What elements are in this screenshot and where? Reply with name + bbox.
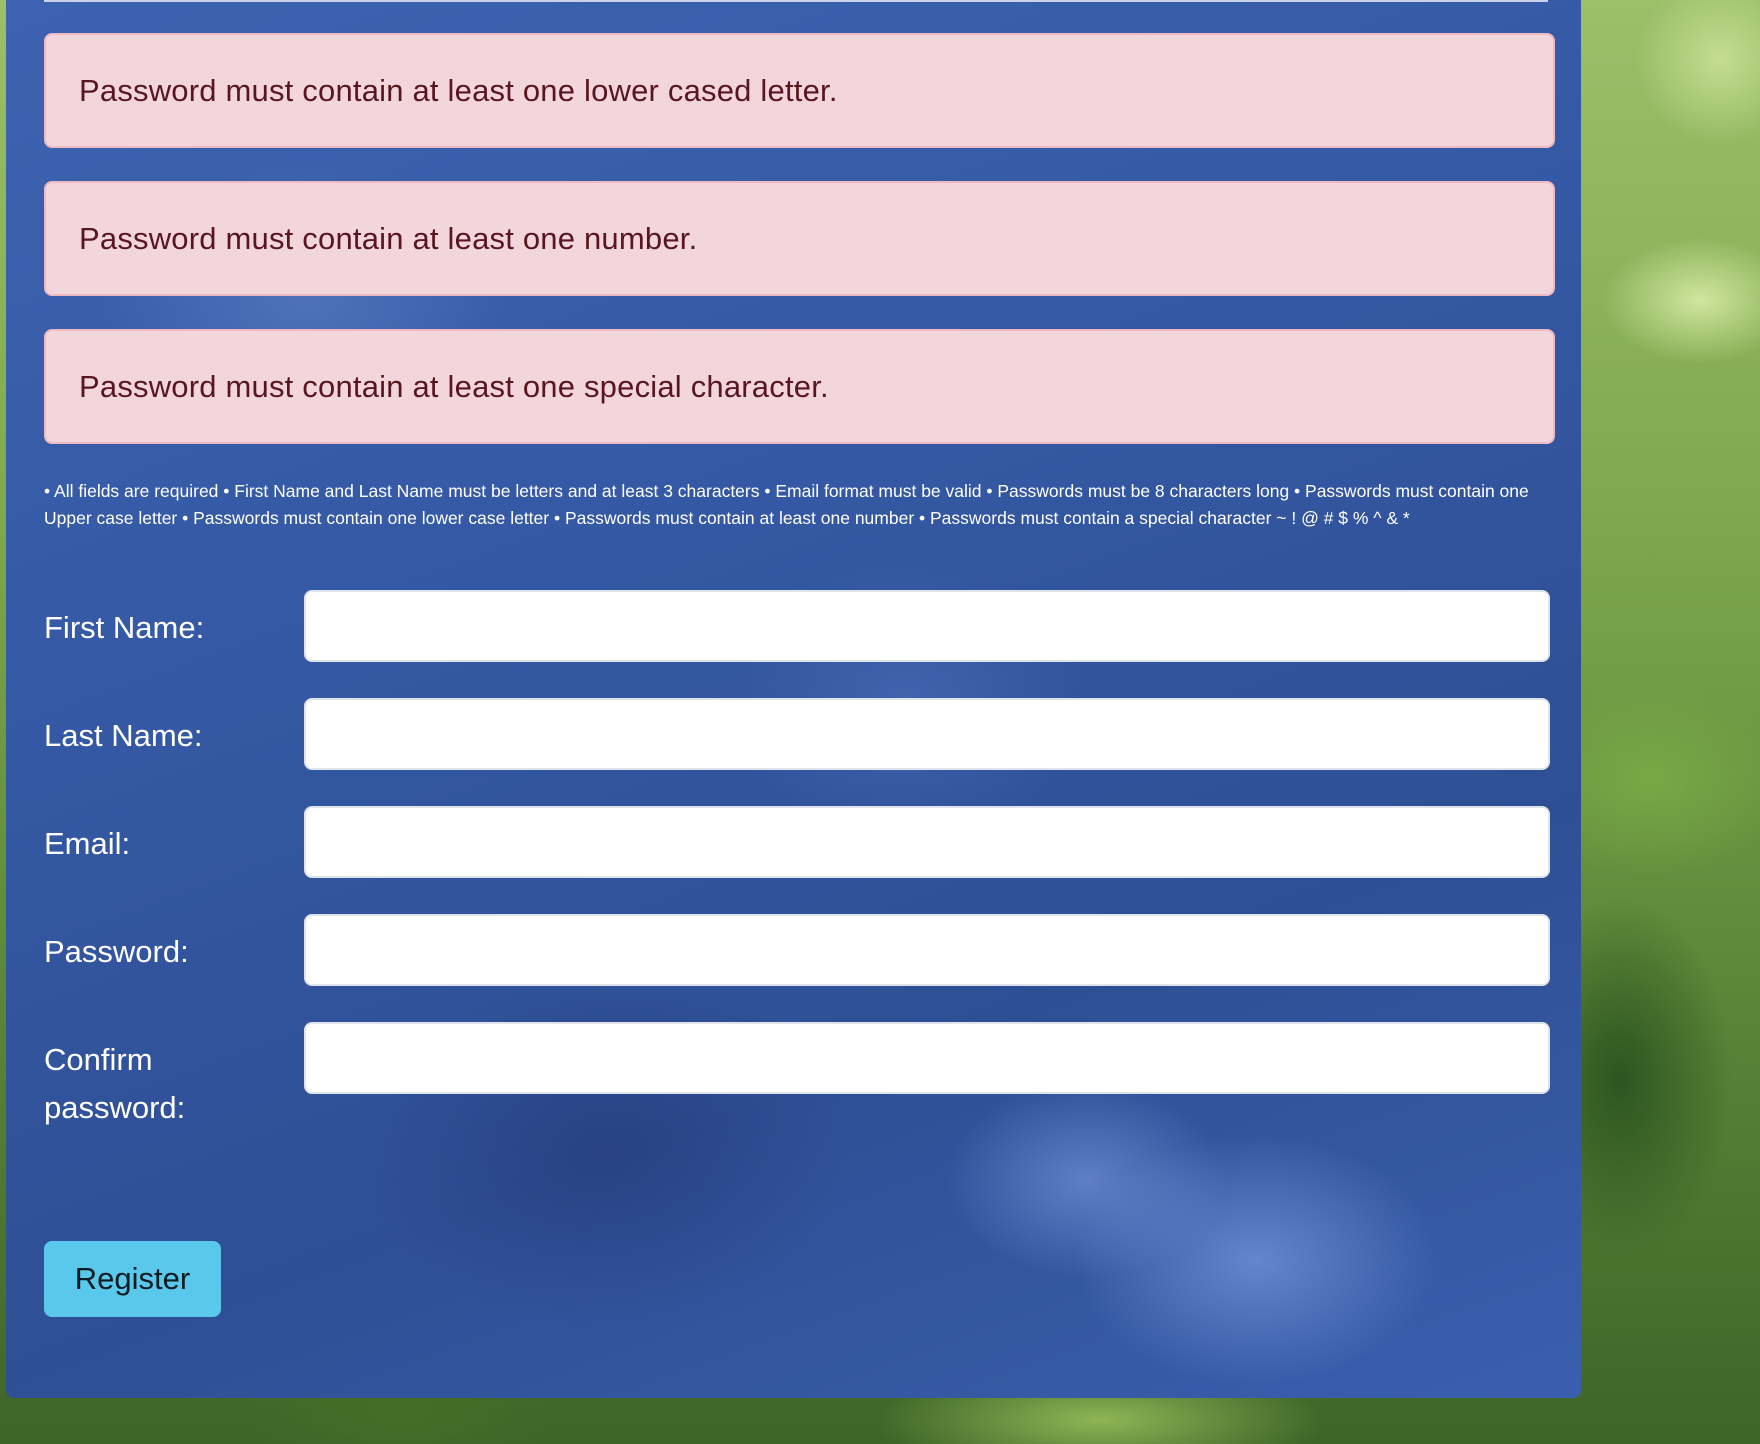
email-input[interactable] xyxy=(304,806,1550,878)
email-label: Email: xyxy=(44,826,131,861)
error-alert-special-character: Password must contain at least one speci… xyxy=(44,329,1555,444)
first-name-label: First Name: xyxy=(44,610,205,645)
password-label: Password: xyxy=(44,934,189,969)
registration-panel: Password must contain at least one lower… xyxy=(6,0,1581,1398)
validation-rules-text: • All fields are required • First Name a… xyxy=(44,481,1529,528)
password-input[interactable] xyxy=(304,914,1550,986)
first-name-input[interactable] xyxy=(304,590,1550,662)
confirm-password-label: Confirm password: xyxy=(44,1042,186,1125)
divider xyxy=(44,0,1548,2)
confirm-password-input[interactable] xyxy=(304,1022,1550,1094)
error-alert-number: Password must contain at least one numbe… xyxy=(44,181,1555,296)
last-name-label: Last Name: xyxy=(44,718,203,753)
error-alert-lowercase: Password must contain at least one lower… xyxy=(44,33,1555,148)
last-name-input[interactable] xyxy=(304,698,1550,770)
register-button[interactable]: Register xyxy=(44,1241,221,1317)
